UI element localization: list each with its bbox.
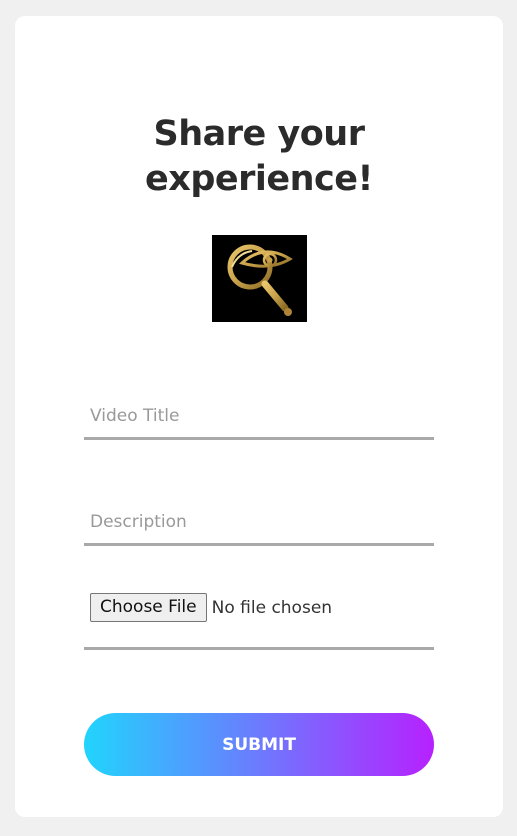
eye-magnifier-icon: [212, 235, 307, 322]
page-title-line-2: experience!: [145, 159, 373, 199]
submit-button[interactable]: SUBMIT: [84, 713, 434, 776]
video-title-input[interactable]: [84, 396, 434, 436]
file-upload-field: Choose File No file chosen: [84, 589, 434, 650]
choose-file-button[interactable]: Choose File: [90, 593, 207, 622]
video-title-field: [84, 396, 434, 440]
file-input[interactable]: Choose File No file chosen: [90, 593, 332, 622]
description-field: [84, 502, 434, 546]
description-input[interactable]: [84, 502, 434, 542]
file-status-text: No file chosen: [211, 597, 333, 618]
page-title: Share your experience!: [15, 112, 503, 202]
upload-card: Share your experience! Video Title Descr…: [15, 16, 503, 817]
page-title-line-1: Share your: [153, 114, 365, 154]
